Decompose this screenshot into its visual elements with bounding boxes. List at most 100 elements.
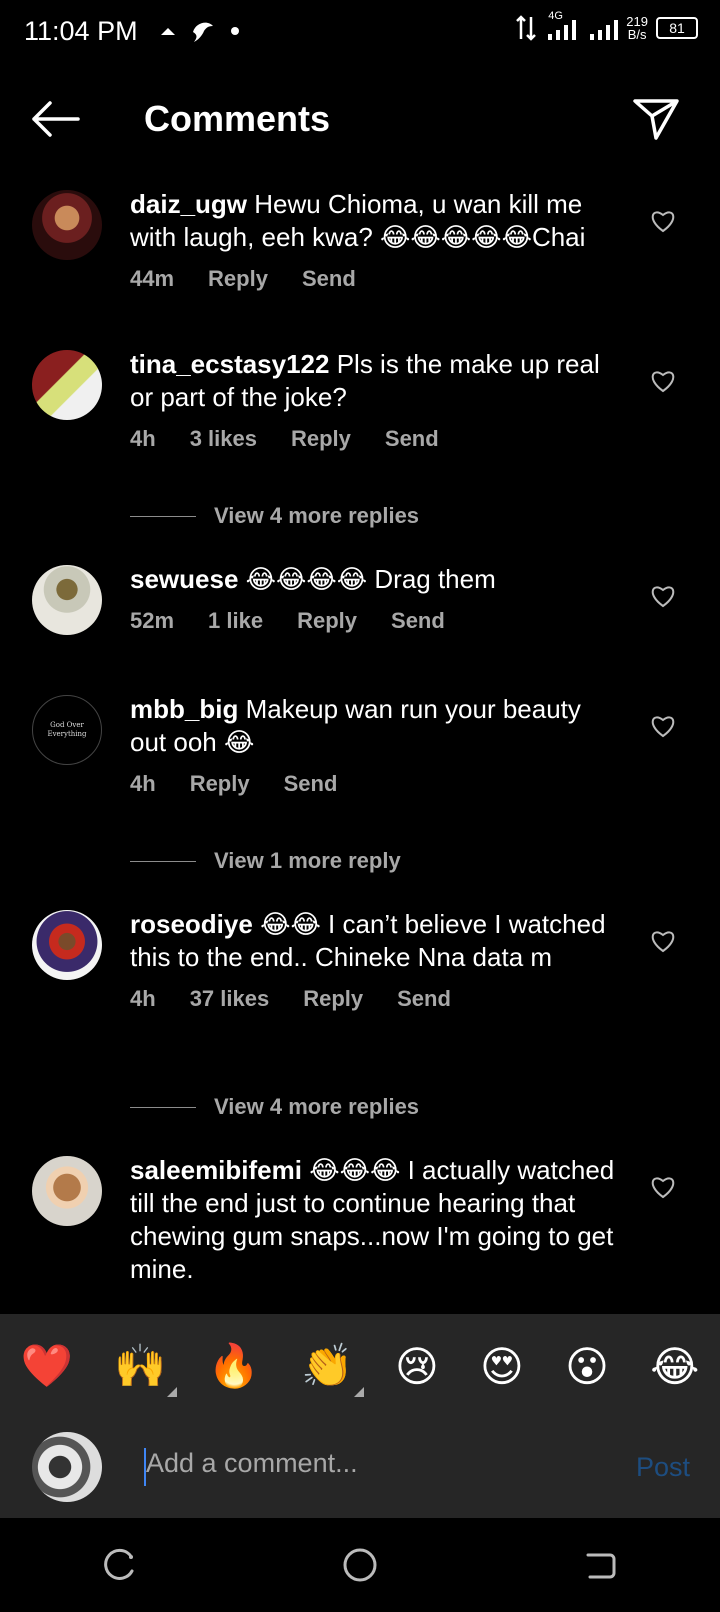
status-bar: 11:04 PM 4G 219 B/s 81 [0, 0, 720, 66]
comment-time: 4h [130, 986, 156, 1011]
comment-username[interactable]: daiz_ugw [130, 189, 247, 219]
battery-icon: 81 [656, 17, 698, 39]
network-type-label: 4G [548, 10, 563, 22]
notification-icons [160, 18, 240, 44]
reaction-surprised[interactable]: 😮 [565, 1342, 609, 1391]
home-circle-icon[interactable] [340, 1545, 380, 1585]
avatar[interactable] [32, 1156, 102, 1226]
data-transfer-icon [516, 15, 537, 41]
comment-item: sewuese 😂😂😂😂 Drag them 52m 1 like Reply … [0, 551, 720, 681]
reply-button[interactable]: Reply [303, 986, 363, 1012]
reaction-laughing[interactable]: 😂 [650, 1342, 699, 1391]
view-more-replies-label[interactable]: View 1 more reply [214, 848, 401, 874]
comment-meta: 44m Reply Send [130, 266, 620, 292]
comment-time: 44m [130, 266, 175, 291]
dot-icon [231, 27, 239, 35]
comment-meta: 52m 1 like Reply Send [130, 608, 620, 634]
reaction-clap-glyph: 👏 [301, 1341, 354, 1389]
page-title: Comments [144, 98, 331, 139]
reply-button[interactable]: Reply [297, 608, 357, 634]
comment-username[interactable]: roseodiye [130, 909, 253, 939]
comment-item: God Over Everything mbb_big Makeup wan r… [0, 681, 720, 826]
comments-list[interactable]: daiz_ugw Hewu Chioma, u wan kill me with… [0, 176, 720, 1314]
comment-input[interactable]: Add a comment... [146, 1448, 358, 1479]
reaction-crying[interactable]: 😢 [395, 1342, 439, 1391]
share-button[interactable] [632, 96, 680, 142]
arrow-left-icon [32, 101, 80, 137]
view-more-replies-label[interactable]: View 4 more replies [214, 503, 419, 529]
system-status-icons: 4G 219 B/s 81 [516, 10, 698, 42]
reaction-raised-hands-glyph: 🙌 [114, 1341, 167, 1389]
recents-icon[interactable] [100, 1545, 140, 1585]
divider [130, 860, 196, 862]
comment-username[interactable]: tina_ecstasy122 [130, 349, 329, 379]
send-button[interactable]: Send [385, 426, 439, 452]
net-speed: 219 B/s [626, 15, 648, 41]
send-button[interactable]: Send [284, 771, 338, 797]
reply-button[interactable]: Reply [190, 771, 250, 797]
comment-meta: 4h 3 likes Reply Send [130, 426, 620, 452]
paper-plane-icon [633, 99, 679, 140]
avatar[interactable] [32, 350, 102, 420]
comment-meta: 4h 37 likes Reply Send [130, 986, 620, 1012]
comment-item: daiz_ugw Hewu Chioma, u wan kill me with… [0, 176, 720, 336]
comment-item: tina_ecstasy122 Pls is the make up real … [0, 336, 720, 481]
back-button[interactable] [30, 98, 82, 140]
view-more-replies[interactable]: View 4 more replies [0, 481, 720, 551]
comment-username[interactable]: saleemibifemi [130, 1155, 302, 1185]
bird-app-icon [193, 22, 213, 42]
back-nav-icon[interactable] [580, 1545, 620, 1585]
comment-item: roseodiye 😂😂 I can’t believe I watched t… [0, 896, 720, 1072]
heart-outline-icon[interactable] [650, 369, 676, 393]
comment-username[interactable]: mbb_big [130, 694, 238, 724]
reaction-heart-eyes[interactable]: 😍 [480, 1342, 524, 1391]
reaction-clap[interactable]: 👏 [301, 1341, 364, 1397]
avatar[interactable] [32, 190, 102, 260]
reaction-fire[interactable]: 🔥 [208, 1342, 260, 1391]
view-more-replies[interactable]: View 4 more replies [0, 1072, 720, 1142]
likes-count[interactable]: 3 likes [190, 426, 257, 452]
avatar[interactable] [32, 910, 102, 980]
heart-outline-icon[interactable] [650, 1175, 676, 1199]
skin-tone-indicator [166, 1386, 177, 1397]
view-more-replies-label[interactable]: View 4 more replies [214, 1094, 419, 1120]
divider [130, 515, 196, 517]
system-nav-bar [0, 1518, 720, 1612]
skin-tone-indicator [353, 1386, 364, 1397]
send-button[interactable]: Send [397, 986, 451, 1012]
heart-outline-icon[interactable] [650, 929, 676, 953]
reaction-raised-hands[interactable]: 🙌 [114, 1341, 177, 1397]
avatar-text: God Over Everything [47, 721, 87, 738]
signal-4g-icon: 4G [544, 10, 580, 42]
view-more-replies[interactable]: View 1 more reply [0, 826, 720, 896]
comment-item: saleemibifemi 😂😂😂 I actually watched til… [0, 1142, 720, 1314]
notification-app-icon [161, 28, 175, 35]
comment-input-bar: Add a comment... Post [0, 1418, 720, 1518]
comment-time: 4h [130, 426, 156, 451]
comment-username[interactable]: sewuese [130, 564, 238, 594]
likes-count[interactable]: 37 likes [190, 986, 270, 1012]
avatar [32, 1432, 102, 1502]
net-speed-unit: B/s [627, 27, 647, 42]
comment-time: 4h [130, 771, 156, 796]
heart-outline-icon[interactable] [650, 209, 676, 233]
send-button[interactable]: Send [302, 266, 356, 292]
comment-time: 52m [130, 608, 175, 633]
quick-reactions-bar: ❤️ 🙌 🔥 👏 😢 😍 😮 😂 [0, 1314, 720, 1418]
heart-outline-icon[interactable] [650, 714, 676, 738]
send-button[interactable]: Send [391, 608, 445, 634]
reply-button[interactable]: Reply [291, 426, 351, 452]
reply-button[interactable]: Reply [208, 266, 268, 292]
avatar[interactable]: God Over Everything [32, 695, 102, 765]
comment-text: 😂😂😂😂 Drag them [245, 564, 496, 594]
comments-header: Comments [0, 86, 720, 152]
comment-meta: 4h Reply Send [130, 771, 620, 797]
post-button[interactable]: Post [636, 1452, 690, 1483]
heart-outline-icon[interactable] [650, 584, 676, 608]
signal-icon [590, 20, 619, 40]
reaction-heart[interactable]: ❤️ [21, 1342, 73, 1391]
likes-count[interactable]: 1 like [208, 608, 263, 634]
avatar[interactable] [32, 565, 102, 635]
divider [130, 1106, 196, 1108]
status-time: 11:04 PM [24, 16, 138, 46]
